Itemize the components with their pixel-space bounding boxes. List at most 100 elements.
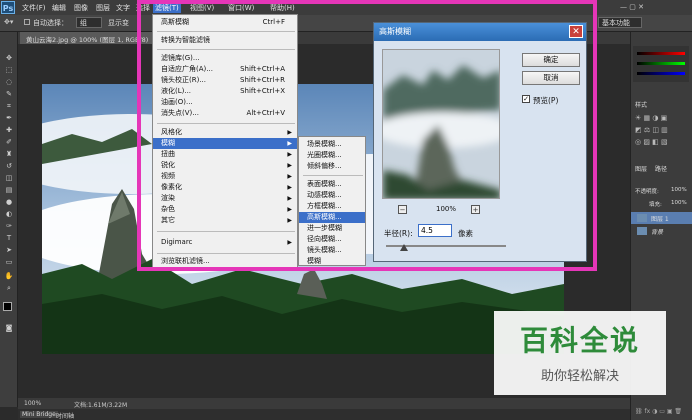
stamp-tool-icon[interactable]: ♜ (4, 150, 14, 158)
type-tool-icon[interactable]: T (4, 234, 14, 242)
path-select-tool-icon[interactable]: ➤ (4, 246, 14, 254)
menu-item-noise[interactable]: 杂色 ▶ (153, 204, 297, 215)
submenu-item-box-blur[interactable]: 方框模糊... (299, 201, 365, 212)
submenu-arrow-icon: ▶ (287, 129, 292, 136)
submenu-item-radial-blur[interactable]: 径向模糊... (299, 234, 365, 245)
menu-image[interactable]: 图像 (74, 3, 88, 13)
menu-item-sharpen[interactable]: 锐化 ▶ (153, 160, 297, 171)
zoom-out-icon[interactable]: − (398, 205, 407, 214)
window-controls[interactable]: — ▢ ✕ (620, 3, 644, 11)
menu-file[interactable]: 文件(F) (22, 3, 46, 13)
menu-item-video[interactable]: 视频 ▶ (153, 171, 297, 182)
menu-edit[interactable]: 编辑 (52, 3, 66, 13)
adjustment-icons[interactable]: ☀ ▦ ◑ ▣ ◩ ⚖ ◫ ▥ ◎ ▨ ◧ ▧ (635, 112, 689, 162)
submenu-item-gaussian-blur[interactable]: 高斯模糊... (299, 212, 365, 223)
radius-label: 半径(R): (384, 229, 413, 238)
zoom-level[interactable]: 100% (24, 400, 41, 407)
layer-action-icons[interactable]: ⛓ fx ◑ ▭ ▣ 🗑 (635, 408, 682, 415)
pen-tool-icon[interactable]: ✑ (4, 222, 14, 230)
green-slider[interactable] (637, 62, 685, 65)
menu-filter[interactable]: 滤镜(T) (153, 3, 181, 13)
healing-tool-icon[interactable]: ✚ (4, 126, 14, 134)
radius-input[interactable] (418, 224, 452, 237)
tab-layers[interactable]: 图层 (635, 164, 647, 173)
fill-value[interactable]: 100% (671, 200, 687, 206)
submenu-item-tilt-shift[interactable]: 倾斜偏移... (299, 161, 365, 172)
submenu-item-motion-blur[interactable]: 动感模糊... (299, 190, 365, 201)
layer-row-2[interactable]: 背景 (631, 225, 692, 237)
menu-item-pixelate[interactable]: 像素化 ▶ (153, 182, 297, 193)
dodge-tool-icon[interactable]: ◐ (4, 210, 14, 218)
tab-paths[interactable]: 路径 (655, 164, 667, 173)
menu-item-label: 液化(L)... (161, 87, 192, 95)
blur-submenu: 场景模糊... 光圈模糊... 倾斜偏移... 表面模糊... 动感模糊... … (298, 136, 366, 266)
submenu-item-surface-blur[interactable]: 表面模糊... (299, 179, 365, 190)
status-bar: 100% 文档:1.61M/3.22M (18, 398, 630, 409)
ok-button[interactable]: 确定 (522, 53, 580, 67)
quick-mask-icon[interactable]: ◙ (4, 324, 14, 332)
menu-select[interactable]: 选择 (136, 3, 150, 13)
auto-select-dropdown[interactable]: 组 (76, 17, 102, 28)
submenu-item-blur-more[interactable]: 进一步模糊 (299, 223, 365, 234)
menu-item-stylize[interactable]: 风格化 ▶ (153, 127, 297, 138)
crop-tool-icon[interactable]: ⌗ (4, 102, 14, 110)
menu-item-blur[interactable]: 模糊 ▶ (153, 138, 297, 149)
move-tool-icon[interactable]: ✥▾ (4, 18, 13, 26)
red-slider[interactable] (637, 52, 685, 55)
submenu-item-field-blur[interactable]: 场景模糊... (299, 139, 365, 150)
radius-slider-thumb[interactable] (400, 244, 408, 251)
preview-checkbox[interactable]: ✓ (522, 95, 530, 103)
blur-preview[interactable] (382, 49, 500, 199)
tab-styles[interactable]: 样式 (635, 100, 647, 109)
menu-item-other[interactable]: 其它 ▶ (153, 215, 297, 226)
menu-item-browse-online[interactable]: 浏览联机滤镜... (153, 256, 297, 267)
brush-tool-icon[interactable]: ✐ (4, 138, 14, 146)
marquee-tool-icon[interactable]: ⬚ (4, 66, 14, 74)
menu-item-label: 转换为智能滤镜 (161, 36, 210, 44)
menu-item-render[interactable]: 渲染 ▶ (153, 193, 297, 204)
menu-window[interactable]: 窗口(W) (228, 3, 254, 13)
opacity-value[interactable]: 100% (671, 187, 687, 193)
close-icon[interactable]: ✕ (569, 25, 583, 38)
menu-item-vanishing-point[interactable]: 消失点(V)... Alt+Ctrl+V (153, 108, 297, 119)
menu-item-adaptive-wide-angle[interactable]: 自适应广角(A)... Shift+Ctrl+A (153, 64, 297, 75)
menu-item-smart-filter[interactable]: 转换为智能滤镜 (153, 35, 297, 46)
quick-select-tool-icon[interactable]: ✎ (4, 90, 14, 98)
layer-row-1[interactable]: 图层 1 (631, 212, 692, 224)
menu-view[interactable]: 视图(V) (190, 3, 214, 13)
menu-type[interactable]: 文字 (116, 3, 130, 13)
cancel-button[interactable]: 取消 (522, 71, 580, 85)
zoom-in-icon[interactable]: + (471, 205, 480, 214)
menu-item-digimarc[interactable]: Digimarc ▶ (153, 237, 297, 248)
blur-tool-icon[interactable]: ● (4, 198, 14, 206)
menu-item-distort[interactable]: 扭曲 ▶ (153, 149, 297, 160)
menu-layer[interactable]: 图层 (96, 3, 110, 13)
tab-timeline[interactable]: 时间轴 (56, 411, 74, 420)
menu-help[interactable]: 帮助(H) (270, 3, 295, 13)
menu-item-last-filter[interactable]: 高斯模糊 Ctrl+F (153, 17, 297, 28)
foreground-color-swatch[interactable] (3, 302, 12, 311)
auto-select-checkbox[interactable] (24, 19, 30, 25)
menu-item-filter-gallery[interactable]: 滤镜库(G)... (153, 53, 297, 64)
zoom-tool-icon[interactable]: ⌕ (4, 284, 14, 292)
gradient-tool-icon[interactable]: ▤ (4, 186, 14, 194)
submenu-item-iris-blur[interactable]: 光圈模糊... (299, 150, 365, 161)
hand-tool-icon[interactable]: ✋ (4, 272, 14, 280)
document-tab[interactable]: 黄山云海2.jpg @ 100% (图层 1, RGB/8) (20, 32, 155, 44)
eyedropper-tool-icon[interactable]: ✒ (4, 114, 14, 122)
submenu-item-lens-blur[interactable]: 镜头模糊... (299, 245, 365, 256)
shape-tool-icon[interactable]: ▭ (4, 258, 14, 266)
submenu-item-blur[interactable]: 模糊 (299, 256, 365, 266)
lasso-tool-icon[interactable]: ◌ (4, 78, 14, 86)
blue-slider[interactable] (637, 72, 685, 75)
auto-select-label: 自动选择： (33, 19, 68, 27)
menu-shortcut: Shift+Ctrl+X (240, 87, 285, 95)
move-tool-icon[interactable]: ✥ (4, 54, 14, 62)
history-brush-icon[interactable]: ↺ (4, 162, 14, 170)
menu-item-lens-correction[interactable]: 镜头校正(R)... Shift+Ctrl+R (153, 75, 297, 86)
tab-mini-bridge[interactable]: Mini Bridge (20, 411, 58, 418)
menu-item-liquify[interactable]: 液化(L)... Shift+Ctrl+X (153, 86, 297, 97)
menu-item-oil-paint[interactable]: 油画(O)... (153, 97, 297, 108)
eraser-tool-icon[interactable]: ◫ (4, 174, 14, 182)
workspace-dropdown[interactable]: 基本功能 (598, 17, 642, 28)
